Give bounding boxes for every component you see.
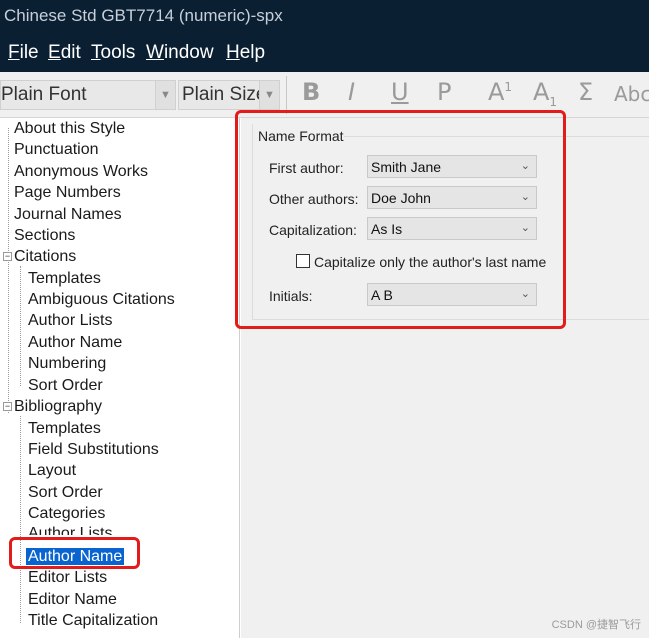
menu-edit-label: dit bbox=[60, 42, 81, 63]
menu-help[interactable]: Help bbox=[226, 42, 265, 64]
superscript-base: A bbox=[488, 78, 505, 106]
superscript-button[interactable]: A1 bbox=[488, 78, 512, 106]
tree-item-citation-templates[interactable]: Templates bbox=[28, 268, 101, 289]
highlight-box-name-format bbox=[235, 110, 566, 329]
tree-item-citation-sort-order[interactable]: Sort Order bbox=[28, 375, 103, 396]
collapse-icon[interactable]: − bbox=[3, 402, 12, 411]
menu-file-accel: F bbox=[8, 42, 20, 63]
subscript-mark: 1 bbox=[549, 94, 558, 109]
tree-item-sections[interactable]: Sections bbox=[14, 225, 75, 246]
menu-window-label: indow bbox=[163, 42, 214, 63]
menu-edit-accel: E bbox=[48, 42, 61, 63]
menu-edit[interactable]: Edit bbox=[48, 42, 81, 64]
tree-item-editor-lists[interactable]: Editor Lists bbox=[28, 567, 107, 588]
menu-window[interactable]: Window bbox=[146, 42, 214, 64]
bold-button[interactable]: B bbox=[302, 78, 320, 106]
tree-item-numbering[interactable]: Numbering bbox=[28, 353, 106, 374]
tree-connector bbox=[20, 416, 21, 623]
italic-button[interactable]: I bbox=[348, 78, 355, 106]
tree-item-field-substitutions[interactable]: Field Substitutions bbox=[28, 439, 159, 460]
menu-file-label: ile bbox=[19, 42, 39, 63]
tree-item-anonymous-works[interactable]: Anonymous Works bbox=[14, 161, 148, 182]
subscript-base: A bbox=[533, 78, 550, 106]
menu-file[interactable]: File bbox=[8, 42, 39, 64]
tree-item-punctuation[interactable]: Punctuation bbox=[14, 139, 99, 160]
tree-item-citation-author-name[interactable]: Author Name bbox=[28, 332, 122, 353]
menu-tools[interactable]: Tools bbox=[91, 42, 135, 64]
toolbar-divider bbox=[286, 76, 287, 114]
window-title: Chinese Std GBT7714 (numeric)-spx bbox=[4, 6, 283, 25]
tree-item-editor-name[interactable]: Editor Name bbox=[28, 589, 117, 610]
tree-item-journal-names[interactable]: Journal Names bbox=[14, 204, 122, 225]
symbol-button[interactable]: Σ bbox=[578, 78, 593, 106]
size-select[interactable]: Plain Size ▼ bbox=[178, 80, 280, 110]
tree-item-ambiguous-citations[interactable]: Ambiguous Citations bbox=[28, 289, 175, 310]
font-select[interactable]: Plain Font ▼ bbox=[0, 80, 176, 110]
chevron-down-icon[interactable]: ▼ bbox=[259, 81, 279, 109]
subscript-button[interactable]: A1 bbox=[533, 78, 557, 109]
chevron-down-icon[interactable]: ▼ bbox=[155, 81, 175, 109]
tree-item-layout[interactable]: Layout bbox=[28, 460, 76, 481]
tree-item-about[interactable]: About this Style bbox=[14, 118, 125, 139]
tree-item-page-numbers[interactable]: Page Numbers bbox=[14, 182, 121, 203]
plain-button[interactable]: P bbox=[437, 78, 451, 106]
tree-connector bbox=[8, 128, 9, 413]
smallcaps-button[interactable]: Abc bbox=[614, 82, 649, 106]
menu-window-accel: W bbox=[146, 42, 164, 63]
tree-item-citations[interactable]: Citations bbox=[14, 246, 76, 267]
tree-item-categories[interactable]: Categories bbox=[28, 503, 105, 524]
tree-item-bibliography-sort-order[interactable]: Sort Order bbox=[28, 482, 103, 503]
tree-item-bibliography-templates[interactable]: Templates bbox=[28, 418, 101, 439]
tree-connector bbox=[20, 266, 21, 386]
menu-help-label: elp bbox=[239, 42, 266, 63]
collapse-icon[interactable]: − bbox=[3, 252, 12, 261]
menu-tools-label: ools bbox=[100, 42, 136, 63]
tree-item-title-capitalization[interactable]: Title Capitalization bbox=[28, 610, 158, 631]
font-select-value: Plain Font bbox=[1, 84, 87, 105]
tree-item-citation-author-lists[interactable]: Author Lists bbox=[28, 310, 112, 331]
menu-bar: File Edit Tools Window Help bbox=[0, 36, 649, 72]
underline-button[interactable]: U bbox=[391, 78, 409, 106]
window-titlebar: Chinese Std GBT7714 (numeric)-spx bbox=[0, 0, 649, 36]
size-select-value: Plain Size bbox=[182, 84, 267, 105]
highlight-box-author-name bbox=[9, 537, 140, 569]
tree-item-bibliography[interactable]: Bibliography bbox=[14, 396, 102, 417]
menu-help-accel: H bbox=[226, 42, 240, 63]
watermark: CSDN @捷智飞行 bbox=[551, 619, 641, 631]
tree-item-bibliography-author-lists[interactable]: Author Lists bbox=[28, 523, 112, 535]
superscript-mark: 1 bbox=[504, 80, 513, 94]
menu-tools-accel: T bbox=[91, 42, 101, 63]
